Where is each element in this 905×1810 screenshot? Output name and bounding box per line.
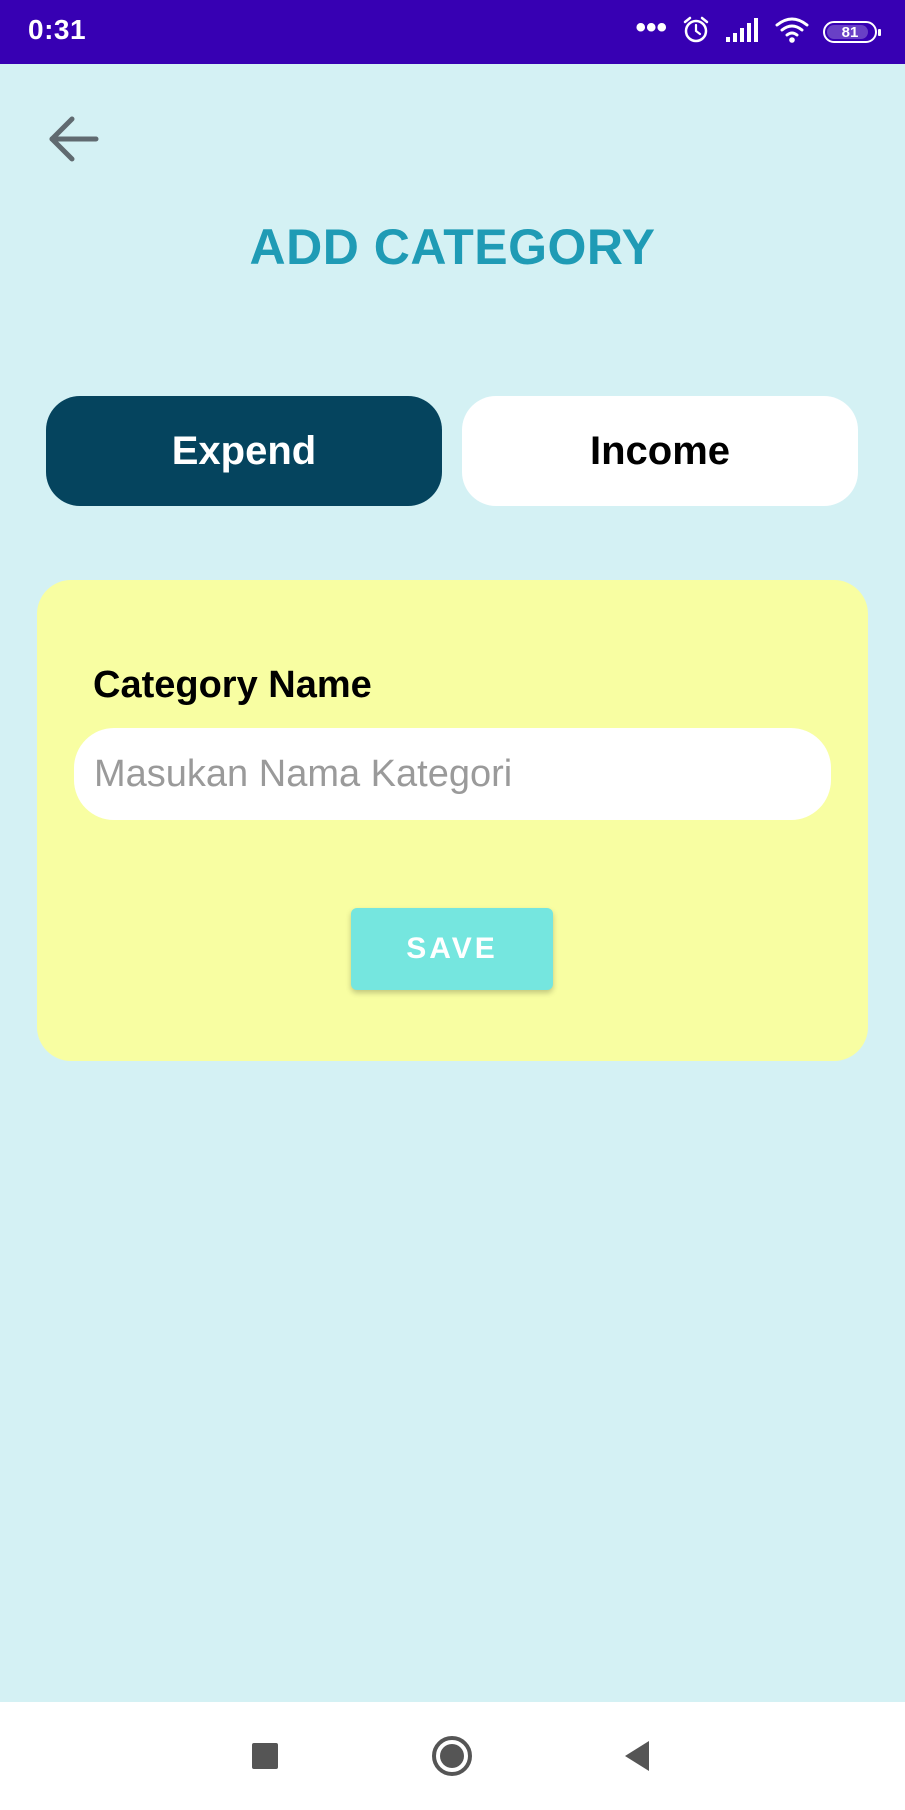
status-bar: 0:31 ••• 81 — [0, 0, 905, 64]
system-back-button[interactable] — [601, 1720, 673, 1792]
page-title: ADD CATEGORY — [249, 219, 656, 275]
status-time: 0:31 — [28, 14, 87, 45]
battery-level: 81 — [841, 23, 859, 41]
back-triangle-icon — [625, 1741, 649, 1771]
home-button[interactable] — [416, 1720, 488, 1792]
back-button[interactable] — [40, 106, 106, 172]
home-circle-icon — [432, 1736, 472, 1776]
recents-square-icon — [252, 1743, 278, 1769]
wifi-icon — [775, 16, 809, 49]
category-name-label: Category Name — [93, 664, 372, 706]
save-button[interactable]: SAVE — [351, 908, 553, 990]
status-icons: ••• 81 — [635, 11, 881, 52]
tab-expend[interactable]: Expend — [46, 396, 442, 506]
battery-icon: 81 — [823, 21, 881, 43]
category-name-input[interactable] — [74, 728, 831, 820]
category-form-card: Category Name SAVE — [37, 580, 868, 1061]
system-nav-bar — [0, 1702, 905, 1810]
alarm-icon — [681, 15, 711, 50]
signal-icon — [725, 17, 761, 48]
more-dots-icon: ••• — [635, 11, 667, 44]
tab-income[interactable]: Income — [462, 396, 858, 506]
arrow-left-icon — [49, 116, 99, 162]
recents-button[interactable] — [229, 1720, 301, 1792]
